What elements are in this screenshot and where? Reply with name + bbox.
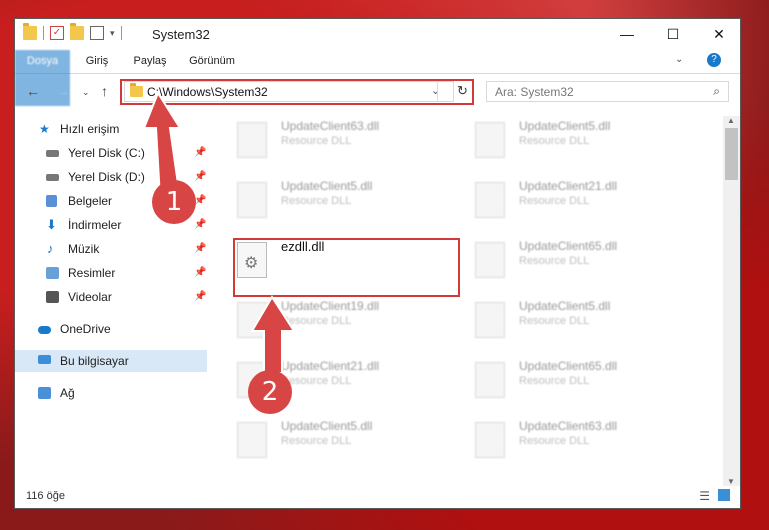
folder-icon[interactable] [23,23,37,40]
computer-icon [38,355,51,364]
window-title: System32 [152,27,210,42]
status-bar: 116 öğe ☰ [15,486,740,508]
sidebar-item-pictures[interactable]: Resimler 📌 [15,262,207,284]
explorer-window: ✓ ▾ System32 — ☐ ✕ Dosya Giriş Paylaş Gö… [14,18,741,509]
sidebar-item-this-pc[interactable]: Bu bilgisayar [15,350,207,372]
scroll-down-icon[interactable]: ▼ [727,477,735,486]
divider [120,26,122,40]
properties-icon[interactable]: ✓ [50,26,64,40]
dll-file-icon [237,122,267,158]
network-icon [38,387,51,399]
tab-view[interactable]: Görünüm [182,50,242,73]
dll-file-icon [475,242,505,278]
download-icon: ⬇ [46,217,57,232]
close-icon[interactable]: ✕ [696,19,740,49]
sidebar-item-network[interactable]: Ağ [15,382,207,404]
tab-home[interactable]: Giriş [77,50,117,73]
file-highlight-box [233,238,460,297]
pictures-icon [46,267,59,279]
search-icon[interactable]: ⌕ [713,84,720,99]
pin-icon[interactable]: 📌 [194,238,206,260]
ribbon-expand-icon[interactable]: ⌄ [675,54,683,65]
step1-badge: 1 [152,180,196,224]
list-item[interactable]: UpdateClient21.dll Resource DLL [469,176,689,232]
help-icon[interactable]: ? [707,53,721,67]
sidebar-item-onedrive[interactable]: OneDrive [15,318,207,340]
drive-icon [46,174,59,181]
dll-file-icon [475,182,505,218]
list-item[interactable]: UpdateClient5.dll Resource DLL [231,176,451,232]
new-folder-icon[interactable] [70,23,84,40]
sidebar-item-videos[interactable]: Videolar 📌 [15,286,207,308]
dll-file-icon [475,362,505,398]
back-icon[interactable]: ← [26,83,40,99]
step2-arrow [250,295,296,374]
dll-file-icon [237,182,267,218]
list-item[interactable]: UpdateClient65.dll Resource DLL [469,356,689,412]
step2-badge: 2 [248,370,292,414]
drive-icon [46,150,59,157]
list-item[interactable]: UpdateClient5.dll Resource DLL [469,116,689,172]
scrollbar-thumb[interactable] [725,128,738,180]
title-bar: ✓ ▾ System32 — ☐ ✕ [15,19,740,49]
list-item[interactable]: UpdateClient5.dll Resource DLL [469,296,689,352]
dll-file-icon [475,422,505,458]
videos-icon [46,291,59,303]
pin-icon[interactable]: 📌 [194,214,206,236]
navigation-bar: ← → ⌄ ↑ C:\Windows\System32 ⌄ ↻ Ara: Sys… [15,74,740,108]
tab-share[interactable]: Paylaş [125,50,175,73]
pin-icon[interactable]: 📌 [194,262,206,284]
search-placeholder: Ara: System32 [495,85,574,99]
up-icon[interactable]: ↑ [101,83,108,99]
view-icon[interactable] [90,26,104,40]
list-item[interactable]: UpdateClient63.dll Resource DLL [469,416,689,472]
list-item[interactable]: UpdateClient5.dll Resource DLL [231,416,451,472]
chevron-down-icon[interactable]: ▾ [110,28,115,39]
pin-icon[interactable]: 📌 [194,286,206,308]
star-icon: ★ [39,122,50,136]
dll-file-icon [475,302,505,338]
documents-icon [46,195,57,207]
search-input[interactable]: Ara: System32 ⌕ [486,81,729,102]
list-item[interactable]: UpdateClient65.dll Resource DLL [469,236,689,292]
vertical-scrollbar[interactable]: ▲ ▼ [723,116,740,486]
forward-icon[interactable]: → [56,83,70,99]
quick-access-toolbar: ✓ ▾ [23,23,122,40]
details-view-icon[interactable]: ☰ [699,489,710,503]
item-count: 116 öğe [26,490,65,502]
dll-file-icon [237,422,267,458]
dll-file-icon [475,122,505,158]
scroll-up-icon[interactable]: ▲ [727,116,735,125]
music-icon: ♪ [47,241,54,256]
minimize-icon[interactable]: — [604,19,650,49]
cloud-icon [38,326,51,334]
large-icons-view-icon[interactable] [718,489,730,501]
ribbon-tabs: Dosya Giriş Paylaş Görünüm ⌄ ? [15,50,740,106]
maximize-icon[interactable]: ☐ [650,19,696,49]
recent-locations-icon[interactable]: ⌄ [82,87,90,98]
list-item[interactable]: UpdateClient63.dll Resource DLL [231,116,451,172]
divider [43,26,44,40]
sidebar-item-music[interactable]: ♪ Müzik 📌 [15,238,207,260]
